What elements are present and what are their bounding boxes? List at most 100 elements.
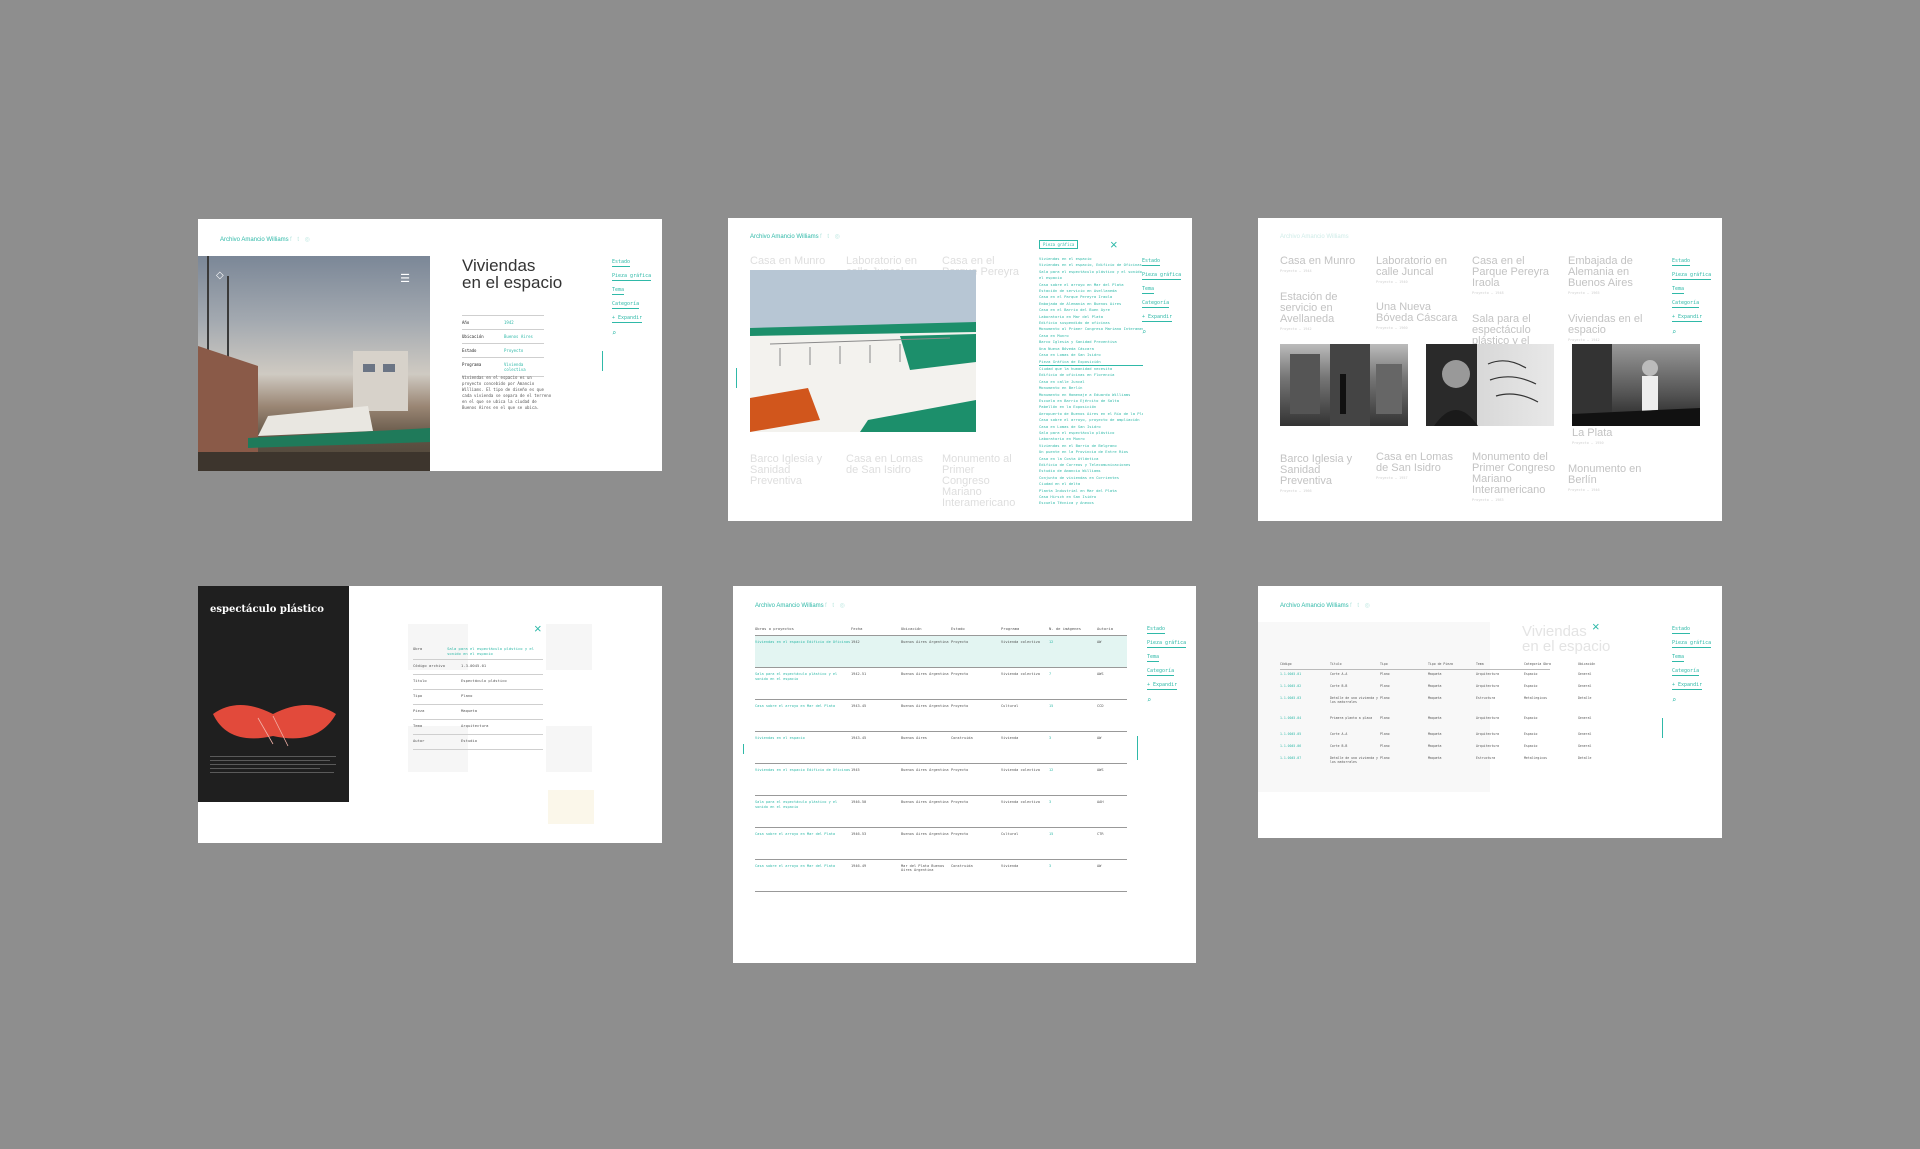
table-row[interactable]: Sala para el espectáculo plástico y el s… [755,668,1127,700]
cell-count[interactable]: 7 [1049,672,1097,699]
nav-estado[interactable]: Estado [1672,626,1691,634]
column-header[interactable]: N. de imágenes [1049,626,1097,631]
grid-item[interactable]: Casa en Lomas de San Isidro Proyecto — 19… [1376,452,1464,481]
grid-item[interactable]: Estación de servicio en Avellaneda Proyec… [1280,292,1368,332]
grid-item[interactable]: Monumento del Primer Congreso Mariano In… [1472,452,1560,503]
list-item[interactable]: Un puente en la Provincia de Entre Ríos [1039,449,1143,455]
table-row[interactable]: 1.1.0045.02 Corte B-B Plano Maqueta Arquitec… [1280,682,1591,694]
cell-code[interactable]: 1.1.0045.03 [1280,696,1330,714]
cell-count[interactable]: 12 [1049,640,1097,667]
info-value[interactable]: Vivienda colectiva [504,362,544,372]
cell-count[interactable]: 3 [1049,736,1097,763]
search-icon[interactable]: ⌕ [1142,328,1146,337]
photo-building[interactable] [1280,344,1408,426]
table-row[interactable]: Viviendas en el espacio 1943-45 Buenos Air… [755,732,1127,764]
grid-item[interactable]: Una Nueva Bóveda Cáscara Proyecto — 1960 [1376,302,1464,331]
cell-title[interactable]: Sala para el espectáculo plástico y el s… [755,672,851,699]
list-item[interactable]: Escuela Técnica y Anexos [1039,500,1143,506]
social-icons[interactable]: f t ◎ [820,233,842,240]
column-header[interactable]: Ubicación [901,626,951,631]
brand-logo[interactable]: Archivo Amancio Williams [1280,234,1349,240]
grid-item[interactable]: Casa en el Parque Pereyra Iraola Proyecto… [1472,256,1560,296]
info-value[interactable]: Sala para el espectáculo plástico y el s… [447,646,543,656]
nav-expandir[interactable]: + Expandir [1147,682,1178,690]
cell-title[interactable]: Viviendas en el espacio Edificio de Ofic… [755,640,851,667]
info-value[interactable]: Buenos Aires [504,334,544,339]
table-row[interactable]: 1.1.0045.05 Corte A-A Plano Maqueta Arquitec… [1280,730,1591,742]
grid-item[interactable]: Embajada de Alemania en Buenos Aires Proy… [1568,256,1656,296]
table-row[interactable]: Casa sobre el arroyo en Mar del Plata 194… [755,860,1127,892]
table-row[interactable]: Casa sobre el arroyo en Mar del Plata 194… [755,700,1127,732]
table-row[interactable]: Casa sobre el arroyo en Mar del Plata 194… [755,828,1127,860]
column-header[interactable]: Programa [1001,626,1049,631]
table-row[interactable]: 1.1.0045.03 Detalle de una vivienda y los… [1280,694,1591,714]
table-row[interactable]: Sala para el espectáculo plástico y el s… [755,796,1127,828]
search-icon[interactable]: ⌕ [1147,696,1151,705]
column-header[interactable]: Tipo [1380,662,1428,666]
nav-estado[interactable]: Estado [1672,258,1691,266]
photo-portrait[interactable] [1426,344,1554,426]
scroll-indicator[interactable] [602,351,603,371]
column-header[interactable]: Ubicación [1578,662,1618,666]
nav-categoria[interactable]: Categoría [1142,300,1170,308]
table-row[interactable]: 1.1.0045.07 Detalle de una vivienda y los… [1280,754,1591,774]
scroll-indicator[interactable] [743,744,744,754]
list-item[interactable]: Monumento en Homenaje a Eduardo Williams [1039,392,1143,398]
cell-count[interactable]: 15 [1049,704,1097,731]
column-header[interactable]: Autoría [1097,626,1127,631]
table-row[interactable]: 1.1.0045.04 Primera planta a placa Plano Ma… [1280,714,1591,730]
nav-expandir[interactable]: + Expandir [1672,682,1703,690]
nav-tema[interactable]: Tema [1147,654,1160,662]
social-icons[interactable]: f t ◎ [825,602,847,609]
nav-categoria[interactable]: Categoría [1672,668,1700,676]
cell-title[interactable]: Casa sobre el arroyo en Mar del Plata [755,864,851,891]
brand-logo[interactable]: Archivo Amancio Williams [755,603,824,609]
nav-pieza-grafica[interactable]: Pieza gráfica [1672,640,1712,648]
close-icon[interactable]: × [1110,238,1118,251]
close-icon[interactable]: × [1592,620,1600,633]
nav-tema[interactable]: Tema [1672,654,1685,662]
cell-title[interactable]: Casa sobre el arroyo en Mar del Plata [755,832,851,859]
social-icons[interactable]: f t ◎ [290,236,312,243]
cell-code[interactable]: 1.1.0045.04 [1280,716,1330,730]
nav-tema[interactable]: Tema [612,287,625,295]
expand-icon[interactable]: ◇ [216,270,224,281]
filter-selected-tag[interactable]: Pieza gráfica [1039,240,1079,249]
cell-count[interactable]: 3 [1049,800,1097,827]
cell-title[interactable]: Viviendas en el espacio [755,736,851,763]
column-header[interactable]: Tema [1476,662,1524,666]
list-item-selected[interactable]: Pieza Gráfica de Exposición [1039,359,1143,366]
nav-expandir[interactable]: + Expandir [1672,314,1703,322]
grid-item[interactable]: Viviendas en el espacio Proyecto — 1942 [1568,314,1656,343]
cell-code[interactable]: 1.1.0045.02 [1280,684,1330,694]
cell-title[interactable]: Sala para el espectáculo plástico y el s… [755,800,851,827]
cell-code[interactable]: 1.1.0045.05 [1280,732,1330,742]
nav-estado[interactable]: Estado [1142,258,1161,266]
nav-pieza-grafica[interactable]: Pieza gráfica [1142,272,1182,280]
nav-estado[interactable]: Estado [612,259,631,267]
list-item[interactable]: Casa sobre el arroyo, proyecto de amplia… [1039,417,1143,423]
nav-expandir[interactable]: + Expandir [612,315,643,323]
nav-tema[interactable]: Tema [1142,286,1155,294]
nav-categoria[interactable]: Categoría [1147,668,1175,676]
nav-estado[interactable]: Estado [1147,626,1166,634]
scroll-indicator[interactable] [736,368,737,388]
column-header[interactable]: Fecha [851,626,901,631]
nav-expandir[interactable]: + Expandir [1142,314,1173,322]
nav-pieza-grafica[interactable]: Pieza gráfica [612,273,652,281]
brand-logo[interactable]: Archivo Amancio Williams [1280,603,1349,609]
column-header[interactable]: Código [1280,662,1330,666]
info-value[interactable]: Proyecto [504,348,544,353]
nav-pieza-grafica[interactable]: Pieza gráfica [1672,272,1712,280]
table-row[interactable]: 1.1.0045.06 Corte B-B Plano Maqueta Arquitec… [1280,742,1591,754]
nav-pieza-grafica[interactable]: Pieza gráfica [1147,640,1187,648]
grid-item[interactable]: Laboratorio en calle Juncal Proyecto — 19… [1376,256,1464,285]
search-icon[interactable]: ⌕ [1672,328,1676,337]
photo-person[interactable] [1572,344,1700,426]
column-header[interactable]: Título [1330,662,1380,666]
grid-item[interactable]: Barco Iglesia y Sanidad Preventiva Proyec… [1280,454,1368,494]
brand-logo[interactable]: Archivo Amancio Williams [220,237,289,243]
search-icon[interactable]: ⌕ [612,329,616,338]
brand-logo[interactable]: Archivo Amancio Williams [750,234,819,240]
table-row[interactable]: 1.1.0045.01 Corte A-A Plano Maqueta Arquitec… [1280,670,1591,682]
